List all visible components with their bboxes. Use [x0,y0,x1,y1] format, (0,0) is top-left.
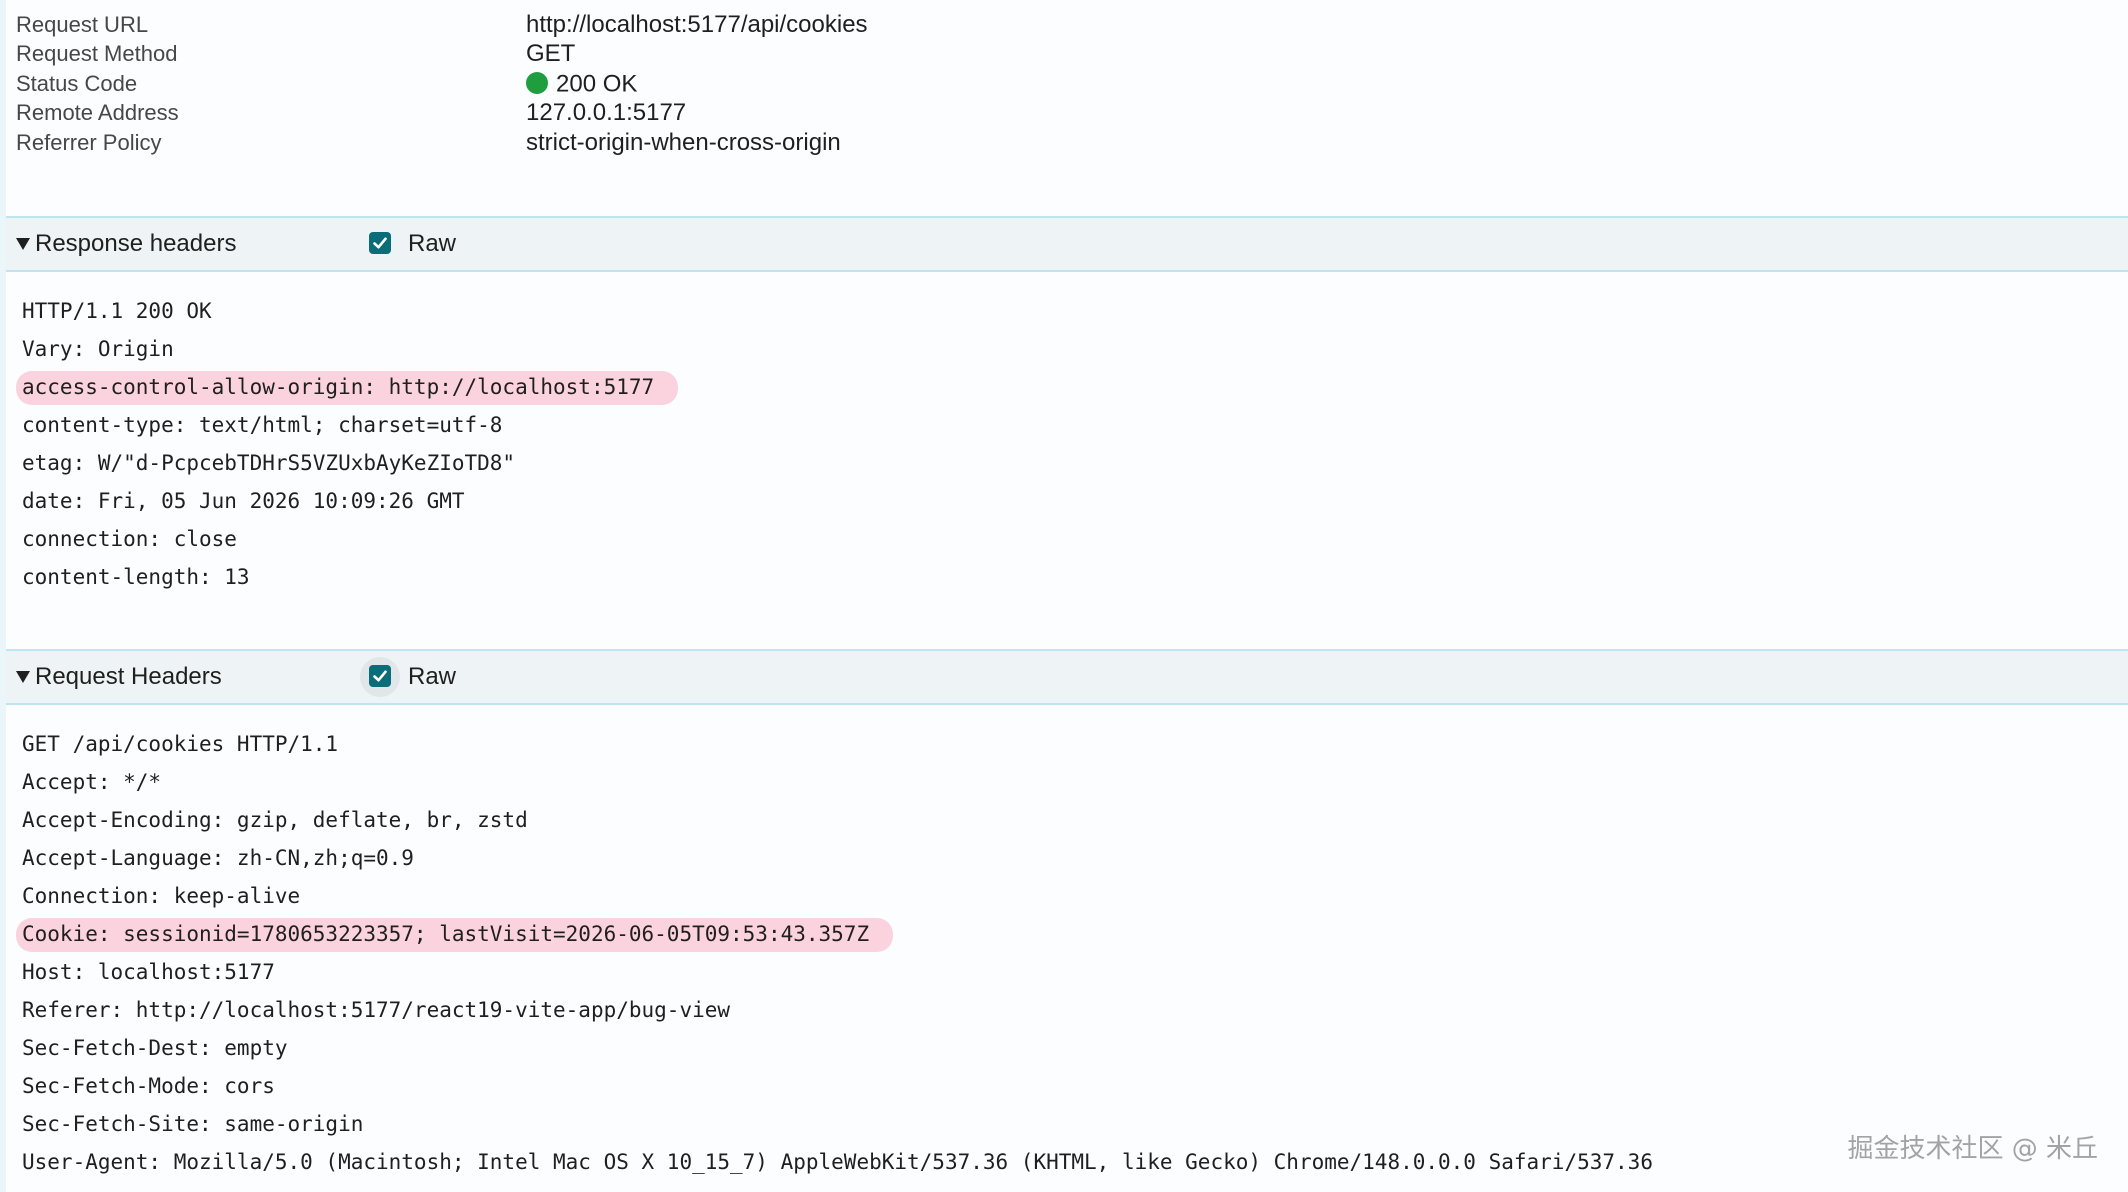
header-line-text: Cookie: sessionid=1780653223357; lastVis… [22,922,870,946]
raw-label[interactable]: Raw [408,218,456,270]
raw-label[interactable]: Raw [408,651,456,703]
request-headers-raw: GET /api/cookies HTTP/1.1 Accept: */* Ac… [15,725,2112,1181]
header-line-highlighted: access-control-allow-origin: http://loca… [15,368,2112,406]
header-line: Sec-Fetch-Site: same-origin [22,1112,364,1136]
header-line: Referer: http://localhost:5177/react19-v… [22,998,731,1022]
header-line-text: access-control-allow-origin: http://loca… [22,375,655,399]
status-ok-icon [526,72,548,94]
header-line: Accept-Encoding: gzip, deflate, br, zstd [22,808,528,832]
response-headers-raw: HTTP/1.1 200 OK Vary: Origin access-cont… [15,292,2112,596]
header-line: date: Fri, 05 Jun 2026 10:09:26 GMT [22,489,465,513]
request-headers-header[interactable]: Request Headers Raw [6,649,2128,705]
header-line: Sec-Fetch-Mode: cors [22,1074,275,1098]
header-line: Vary: Origin [22,337,174,361]
raw-checkbox[interactable] [369,665,391,687]
general-row-referrer-policy: Referrer Policy strict-origin-when-cross… [16,123,2116,163]
header-line: User-Agent: Mozilla/5.0 (Macintosh; Inte… [22,1150,1653,1174]
highlight-marker: access-control-allow-origin: http://loca… [15,368,679,406]
header-line-highlighted: Cookie: sessionid=1780653223357; lastVis… [15,915,2112,953]
raw-checkbox-wrap[interactable] [360,657,400,697]
header-line: HTTP/1.1 200 OK [22,299,212,323]
panel-left-border [0,0,6,1192]
raw-checkbox[interactable] [369,232,391,254]
expand-triangle-icon[interactable] [16,238,30,250]
header-line: Sec-Fetch-Dest: empty [22,1036,288,1060]
highlight-marker: Cookie: sessionid=1780653223357; lastVis… [15,915,894,953]
checkmark-icon [373,237,387,249]
header-line: connection: close [22,527,237,551]
header-line: content-type: text/html; charset=utf-8 [22,413,503,437]
general-value[interactable]: strict-origin-when-cross-origin [526,123,841,163]
header-line: content-length: 13 [22,565,250,589]
header-line: Connection: keep-alive [22,884,301,908]
response-headers-title[interactable]: Response headers [35,218,236,270]
header-line: GET /api/cookies HTTP/1.1 [22,732,339,756]
header-line: Accept: */* [22,770,162,794]
header-line: etag: W/"d-PcpcebTDHrS5VZUxbAyKeZIoTD8" [22,451,516,475]
checkmark-icon [373,670,387,682]
raw-checkbox-wrap[interactable] [360,224,400,264]
response-headers-header[interactable]: Response headers Raw [6,216,2128,272]
watermark: 掘金技术社区 @ 米丘 [1847,1134,2098,1164]
header-line: Host: localhost:5177 [22,960,275,984]
expand-triangle-icon[interactable] [16,671,30,683]
general-key: Referrer Policy [16,130,162,155]
header-line: Accept-Language: zh-CN,zh;q=0.9 [22,846,414,870]
request-headers-title[interactable]: Request Headers [35,651,222,703]
